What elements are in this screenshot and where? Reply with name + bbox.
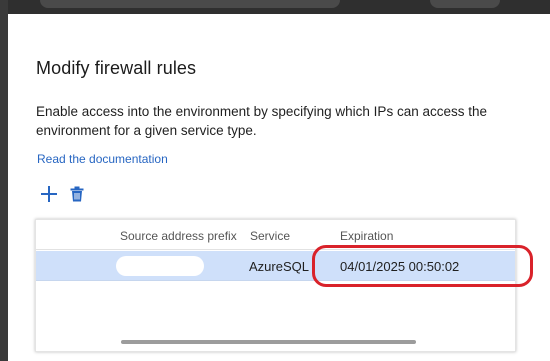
dialog-title: Modify firewall rules bbox=[36, 58, 197, 78]
column-header-source[interactable]: Source address prefix bbox=[120, 229, 237, 243]
service-cell: AzureSQL bbox=[249, 259, 309, 274]
trash-icon bbox=[70, 186, 84, 202]
redacted-ip-address bbox=[116, 256, 204, 276]
dialog-description: Enable access into the environment by sp… bbox=[36, 104, 487, 138]
documentation-link[interactable]: Read the documentation bbox=[37, 152, 168, 166]
delete-rule-button[interactable] bbox=[68, 185, 86, 203]
rules-toolbar bbox=[40, 184, 86, 204]
horizontal-scrollbar[interactable] bbox=[121, 340, 416, 344]
background-window-edge bbox=[0, 0, 8, 361]
background-window-edge bbox=[0, 0, 550, 14]
column-header-service[interactable]: Service bbox=[250, 229, 290, 243]
background-tab bbox=[40, 0, 340, 8]
firewall-rules-dialog: Modify firewall rules Enable access into… bbox=[8, 14, 550, 361]
column-header-expiration[interactable]: Expiration bbox=[340, 229, 393, 243]
add-rule-button[interactable] bbox=[40, 185, 58, 203]
background-tab bbox=[430, 0, 500, 8]
annotation-highlight-circle bbox=[312, 245, 533, 287]
firewall-rules-table: Source address prefix Service Expiration… bbox=[35, 219, 533, 352]
plus-icon bbox=[41, 186, 57, 202]
